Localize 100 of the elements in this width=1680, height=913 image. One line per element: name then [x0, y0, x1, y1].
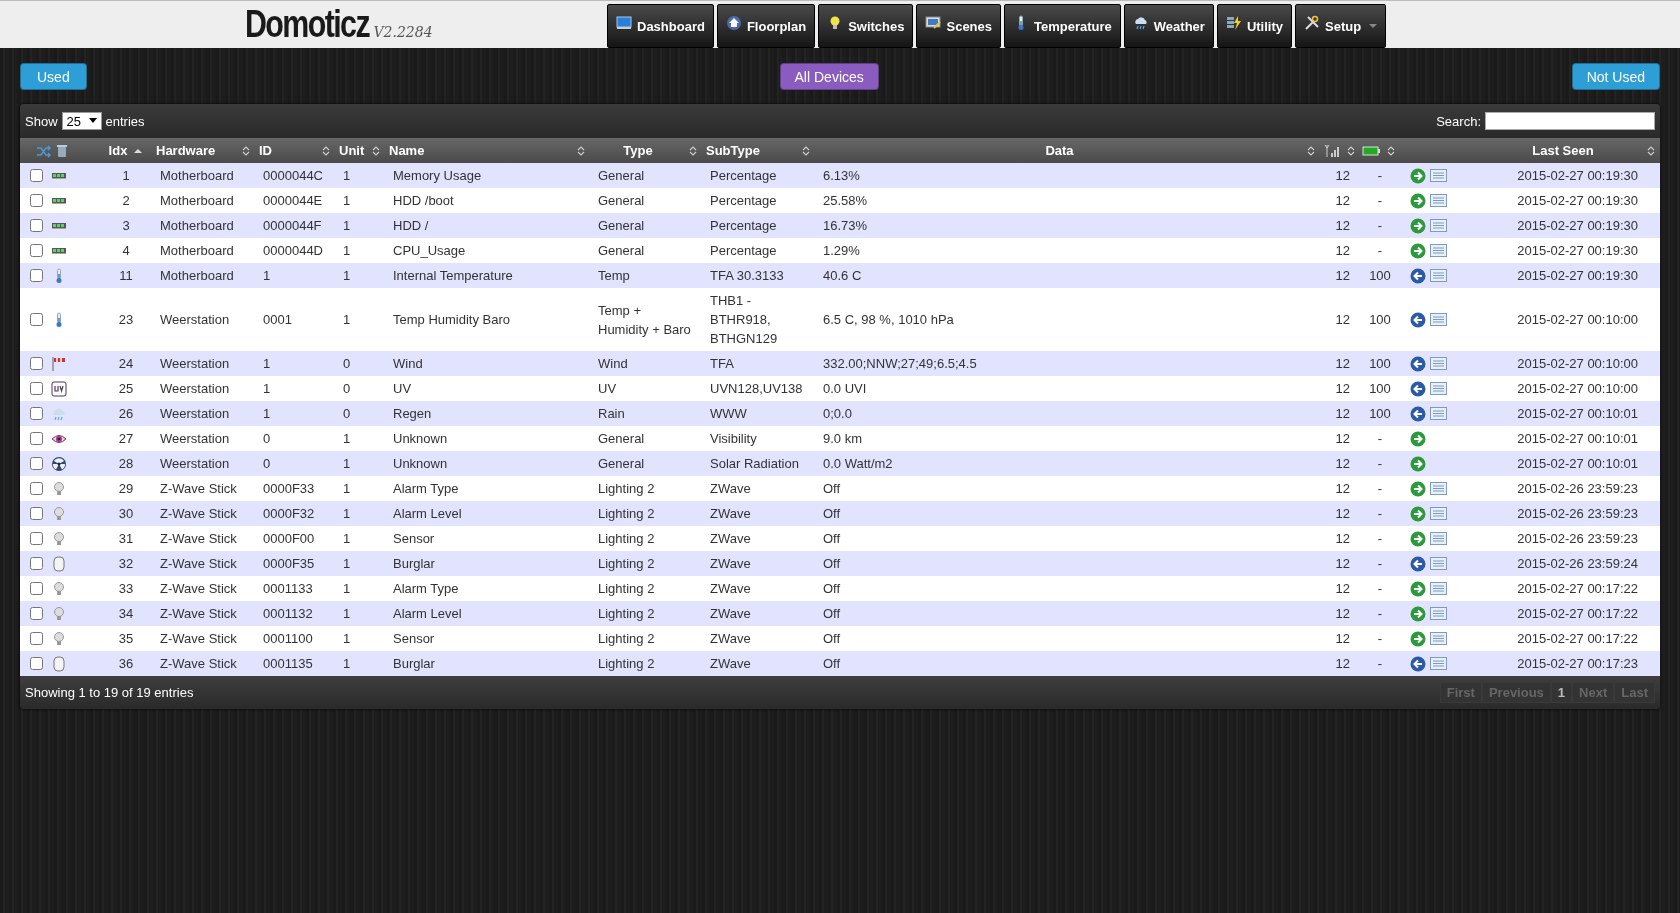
- arrow-right-icon[interactable]: [1410, 192, 1426, 209]
- row-checkbox[interactable]: [30, 482, 43, 495]
- sort-icon[interactable]: [1346, 144, 1356, 157]
- row-checkbox[interactable]: [30, 269, 43, 282]
- row-checkbox[interactable]: [30, 194, 43, 207]
- arrow-left-icon[interactable]: [1410, 405, 1426, 422]
- arrow-right-icon[interactable]: [1410, 480, 1426, 497]
- log-icon[interactable]: [1430, 244, 1447, 257]
- log-icon[interactable]: [1430, 607, 1447, 620]
- sort-icon[interactable]: [576, 144, 586, 157]
- row-checkbox[interactable]: [30, 632, 43, 645]
- arrow-left-icon[interactable]: [1410, 380, 1426, 397]
- table-cell: 9.0 km: [815, 426, 1320, 451]
- table-cell: 12: [1320, 376, 1358, 401]
- column-header[interactable]: Unit: [339, 143, 365, 158]
- nav-button[interactable]: Weather: [1123, 4, 1214, 48]
- table-cell: 16.73%: [815, 213, 1320, 238]
- arrow-left-icon[interactable]: [1410, 555, 1426, 572]
- table-cell: 0.0 Watt/m2: [815, 451, 1320, 476]
- entries-select[interactable]: 25: [61, 112, 102, 130]
- arrow-right-icon[interactable]: [1410, 530, 1426, 547]
- filter-button[interactable]: All Devices: [779, 63, 879, 90]
- arrow-right-icon[interactable]: [1410, 630, 1426, 647]
- row-checkbox[interactable]: [30, 169, 43, 182]
- table-cell: Z-Wave Stick: [152, 526, 255, 551]
- row-checkbox[interactable]: [30, 219, 43, 232]
- log-icon[interactable]: [1430, 219, 1447, 232]
- arrow-right-icon[interactable]: [1410, 605, 1426, 622]
- nav-button[interactable]: Utility: [1216, 4, 1292, 48]
- row-checkbox[interactable]: [30, 607, 43, 620]
- table-cell: 0.0 UVI: [815, 376, 1320, 401]
- row-checkbox[interactable]: [30, 657, 43, 670]
- row-checkbox[interactable]: [30, 357, 43, 370]
- column-header[interactable]: Type: [623, 143, 653, 158]
- arrow-right-icon[interactable]: [1410, 242, 1426, 259]
- log-icon[interactable]: [1430, 507, 1447, 520]
- sort-icon[interactable]: [1386, 144, 1396, 157]
- arrow-left-icon[interactable]: [1410, 311, 1426, 328]
- arrow-right-icon[interactable]: [1410, 455, 1426, 472]
- column-header[interactable]: Name: [389, 143, 425, 158]
- column-header[interactable]: Data: [1045, 143, 1074, 158]
- sort-icon[interactable]: [1646, 144, 1656, 157]
- table-cell: Internal Temperature: [385, 263, 590, 288]
- table-cell: 332.00;NNW;27;49;6.5;4.5: [815, 351, 1320, 376]
- column-header[interactable]: ID: [259, 143, 272, 158]
- row-checkbox[interactable]: [30, 382, 43, 395]
- arrow-right-icon[interactable]: [1410, 580, 1426, 597]
- sort-icon[interactable]: [801, 144, 811, 157]
- table-cell: 27: [100, 426, 152, 451]
- log-icon[interactable]: [1430, 532, 1447, 545]
- log-icon[interactable]: [1430, 482, 1447, 495]
- shuffle-icon[interactable]: [36, 143, 52, 158]
- trash-icon[interactable]: [56, 143, 68, 158]
- search-field[interactable]: [1485, 112, 1655, 130]
- row-checkbox[interactable]: [30, 507, 43, 520]
- nav-button[interactable]: Floorplan: [716, 4, 816, 48]
- signal-icon[interactable]: [1324, 143, 1340, 158]
- page-button[interactable]: 1: [1550, 682, 1573, 703]
- row-checkbox[interactable]: [30, 532, 43, 545]
- log-icon[interactable]: [1430, 582, 1447, 595]
- arrow-left-icon[interactable]: [1410, 655, 1426, 672]
- row-checkbox[interactable]: [30, 457, 43, 470]
- column-header[interactable]: Idx: [108, 143, 128, 158]
- row-checkbox[interactable]: [30, 407, 43, 420]
- row-checkbox[interactable]: [30, 557, 43, 570]
- sort-icon[interactable]: [321, 144, 331, 157]
- sort-icon[interactable]: [241, 144, 251, 157]
- nav-button[interactable]: Temperature: [1004, 4, 1121, 48]
- row-checkbox[interactable]: [30, 432, 43, 445]
- nav-button[interactable]: Scenes: [916, 4, 1002, 48]
- row-checkbox[interactable]: [30, 244, 43, 257]
- arrow-right-icon[interactable]: [1410, 430, 1426, 447]
- battery-icon[interactable]: [1362, 145, 1380, 156]
- sort-icon[interactable]: [688, 144, 698, 157]
- table-cell: ZWave: [702, 626, 815, 651]
- arrow-right-icon[interactable]: [1410, 167, 1426, 184]
- table-cell: 29: [100, 476, 152, 501]
- table-cell: Percentage: [702, 213, 815, 238]
- log-icon[interactable]: [1430, 194, 1447, 207]
- log-icon[interactable]: [1430, 169, 1447, 182]
- table-cell: Lighting 2: [590, 601, 702, 626]
- nav-button[interactable]: Setup: [1295, 4, 1387, 48]
- nav-button[interactable]: Dashboard: [607, 4, 714, 48]
- arrow-left-icon[interactable]: [1410, 355, 1426, 372]
- sort-icon[interactable]: [1306, 144, 1316, 157]
- arrow-left-icon[interactable]: [1410, 267, 1426, 284]
- arrow-right-icon[interactable]: [1410, 217, 1426, 234]
- sort-icon[interactable]: [371, 144, 381, 157]
- nav-button[interactable]: Switches: [818, 4, 914, 48]
- column-header[interactable]: SubType: [706, 143, 760, 158]
- table-cell: TFA 30.3133: [702, 263, 815, 288]
- arrow-right-icon[interactable]: [1410, 505, 1426, 522]
- row-checkbox[interactable]: [30, 313, 43, 326]
- column-header[interactable]: Last Seen: [1532, 143, 1594, 158]
- row-checkbox[interactable]: [30, 582, 43, 595]
- table-cell: 34: [100, 601, 152, 626]
- log-icon[interactable]: [1430, 632, 1447, 645]
- column-header[interactable]: Hardware: [156, 143, 216, 158]
- table-cell: 1: [335, 238, 385, 263]
- table-cell: 12: [1320, 651, 1358, 676]
